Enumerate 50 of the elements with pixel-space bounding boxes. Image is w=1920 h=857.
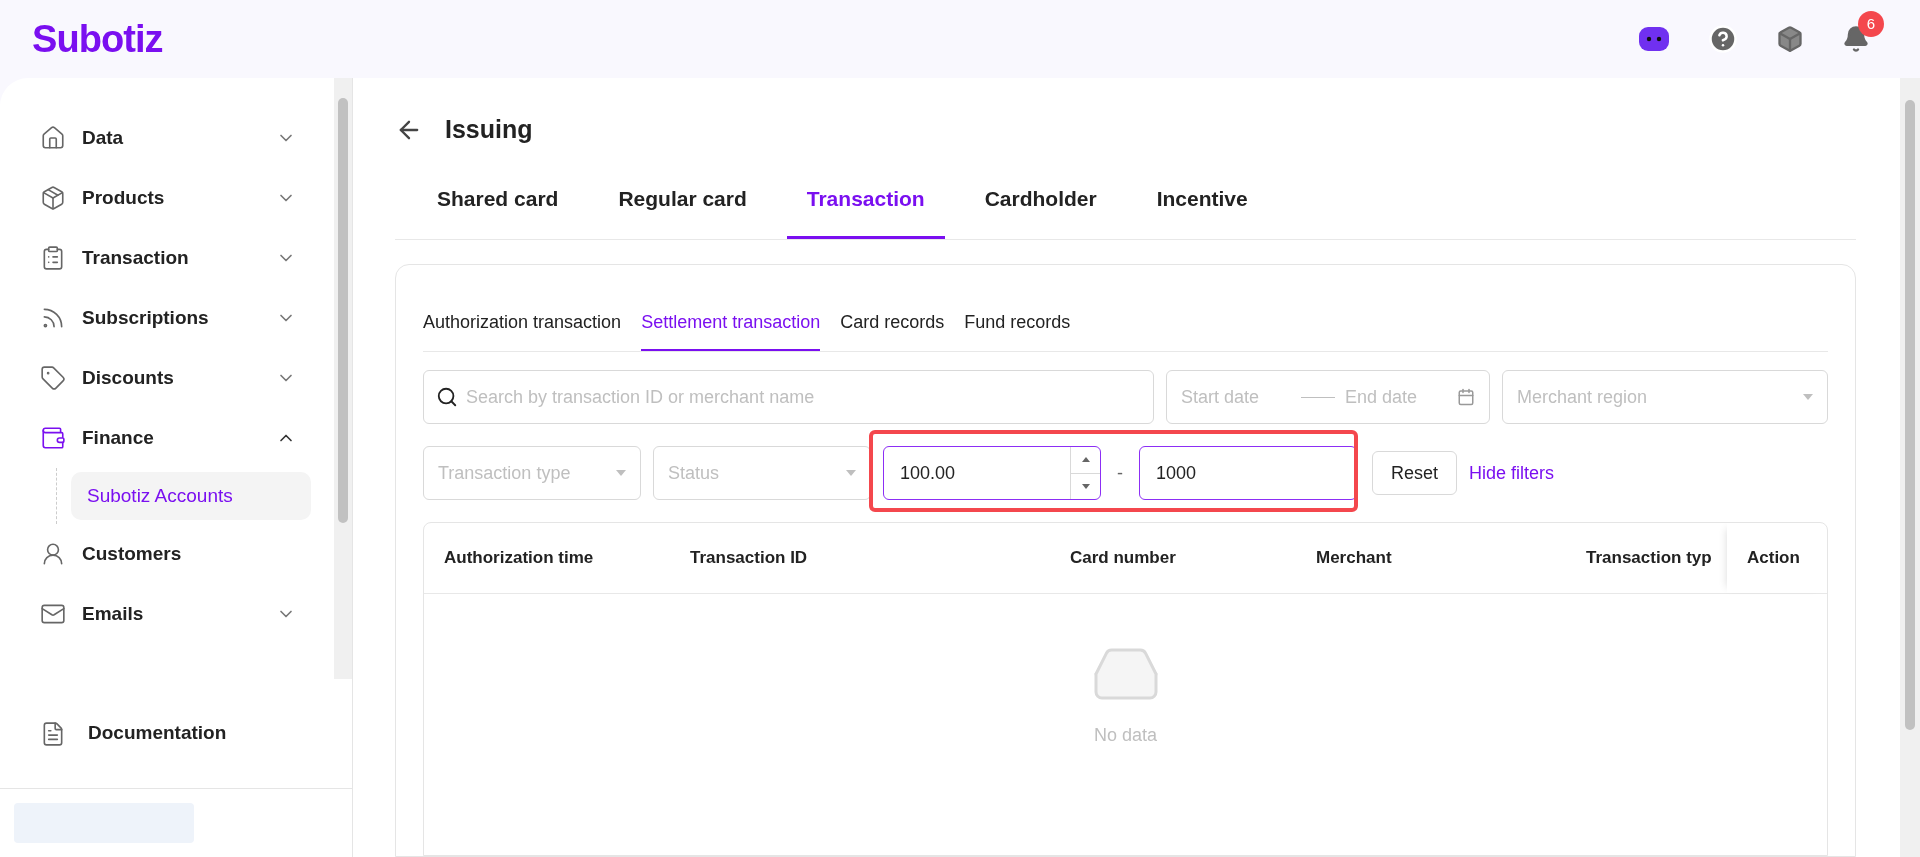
page-scrollbar[interactable] xyxy=(1900,78,1920,857)
sidebar-item[interactable]: Finance xyxy=(40,408,316,468)
caret-icon xyxy=(846,470,856,476)
range-separator: - xyxy=(1116,461,1124,485)
package-icon xyxy=(40,185,66,211)
stepper[interactable] xyxy=(1070,447,1100,499)
bot-icon[interactable] xyxy=(1638,25,1670,53)
sidebar-item[interactable]: Data xyxy=(40,108,316,168)
sidebar-item[interactable]: Customers xyxy=(40,524,316,584)
sidebar-item[interactable]: Emails xyxy=(40,584,316,644)
page-title: Issuing xyxy=(445,114,533,146)
tab[interactable]: Cardholder xyxy=(964,162,1117,239)
logo[interactable]: Subotiz xyxy=(32,10,163,68)
step-down-icon[interactable] xyxy=(1081,483,1090,489)
tab[interactable]: Regular card xyxy=(598,162,767,239)
step-up-icon[interactable] xyxy=(1081,457,1090,463)
column-header: Authorization time xyxy=(443,547,595,570)
subtab[interactable]: Card records xyxy=(840,295,945,351)
column-header: Transaction ID xyxy=(689,547,809,570)
help-icon[interactable] xyxy=(1708,24,1738,54)
amount-min-field[interactable]: 100.00 xyxy=(883,446,1101,500)
subtab[interactable]: Fund records xyxy=(964,295,1071,351)
documentation-link[interactable]: Documentation xyxy=(0,679,352,789)
sidebar-item[interactable]: Discounts xyxy=(40,348,316,408)
search-icon xyxy=(436,386,458,408)
tab[interactable]: Incentive xyxy=(1136,162,1268,239)
calendar-icon xyxy=(1457,388,1475,406)
column-header: Action xyxy=(1727,523,1827,593)
column-header: Card number xyxy=(1069,547,1177,570)
sidebar-item[interactable]: Transaction xyxy=(40,228,316,288)
subtab[interactable]: Settlement transaction xyxy=(641,295,821,351)
column-header: Transaction typ xyxy=(1585,547,1713,570)
notification-badge: 6 xyxy=(1858,11,1884,37)
sidebar-item[interactable]: Products xyxy=(40,168,316,228)
caret-icon xyxy=(616,470,626,476)
empty-message: No data xyxy=(1093,724,1157,747)
wallet-icon xyxy=(40,425,66,451)
sidebar-item[interactable]: Subscriptions xyxy=(40,288,316,348)
reset-button[interactable]: Reset xyxy=(1372,451,1458,495)
subtab[interactable]: Authorization transaction xyxy=(423,295,622,351)
tab[interactable]: Shared card xyxy=(417,162,579,239)
caret-icon xyxy=(1803,394,1813,400)
column-header: Merchant xyxy=(1315,547,1393,570)
hide-filters-link[interactable]: Hide filters xyxy=(1469,459,1555,487)
tab[interactable]: Transaction xyxy=(786,162,945,239)
sidebar-subitem[interactable]: Subotiz Accounts xyxy=(71,472,311,520)
scrollbar[interactable] xyxy=(334,78,352,680)
tag-icon xyxy=(40,365,66,391)
box-icon[interactable] xyxy=(1776,25,1804,53)
house-icon xyxy=(40,125,66,151)
